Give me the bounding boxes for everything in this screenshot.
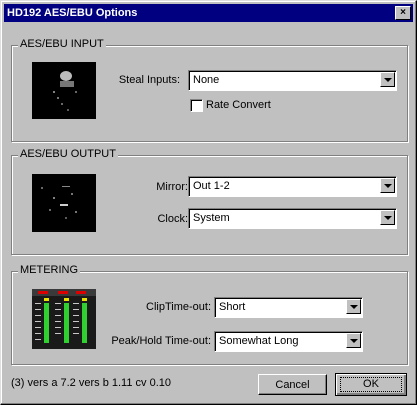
chevron-down-icon[interactable] (346, 333, 361, 348)
window-title: HD192 AES/EBU Options (7, 7, 138, 19)
rate-convert-label: Rate Convert (206, 99, 271, 111)
close-button[interactable]: × (395, 6, 411, 20)
metering-group: METERING ClipTime-out: Short Peak/Hold T… (11, 264, 408, 365)
output-device-image (32, 174, 96, 232)
steal-inputs-label: Steal Inputs: (118, 74, 180, 86)
mirror-label: Mirror: (156, 181, 188, 193)
input-group-legend: AES/EBU INPUT (18, 38, 106, 50)
chevron-down-icon[interactable] (380, 210, 395, 225)
aes-input-group: AES/EBU INPUT Steal Inputs: None Rate Co… (11, 38, 408, 142)
peak-hold-timeout-value: Somewhat Long (219, 335, 299, 347)
meter-image (32, 289, 96, 349)
chevron-down-icon[interactable] (346, 299, 361, 314)
chevron-down-icon[interactable] (380, 72, 395, 87)
steal-inputs-select[interactable]: None (188, 70, 397, 91)
title-bar[interactable]: HD192 AES/EBU Options × (4, 4, 413, 22)
input-device-image (32, 62, 96, 119)
output-group-legend: AES/EBU OUTPUT (18, 148, 118, 160)
mirror-value: Out 1-2 (193, 180, 230, 192)
steal-inputs-value: None (193, 74, 220, 86)
metering-group-legend: METERING (18, 264, 81, 276)
peak-hold-timeout-label: Peak/Hold Time-out: (111, 335, 211, 347)
clock-label: Clock: (157, 213, 188, 225)
mirror-select[interactable]: Out 1-2 (188, 176, 397, 197)
options-dialog: HD192 AES/EBU Options × AES/EBU INPUT St… (0, 0, 417, 405)
rate-convert-checkbox[interactable] (190, 99, 203, 112)
focus-outline (340, 377, 402, 392)
clock-select[interactable]: System (188, 208, 397, 229)
aes-output-group: AES/EBU OUTPUT Mirror: Out 1-2 Clock: Sy… (11, 148, 408, 255)
chevron-down-icon[interactable] (380, 178, 395, 193)
clip-timeout-select[interactable]: Short (214, 297, 363, 318)
clip-timeout-label: ClipTime-out: (146, 301, 211, 313)
version-text: (3) vers a 7.2 vers b 1.11 cv 0.10 (11, 377, 171, 389)
ok-button[interactable]: OK (335, 373, 407, 396)
cancel-button[interactable]: Cancel (258, 374, 327, 395)
clock-value: System (193, 212, 230, 224)
clip-timeout-value: Short (219, 301, 246, 313)
peak-hold-timeout-select[interactable]: Somewhat Long (214, 331, 363, 352)
